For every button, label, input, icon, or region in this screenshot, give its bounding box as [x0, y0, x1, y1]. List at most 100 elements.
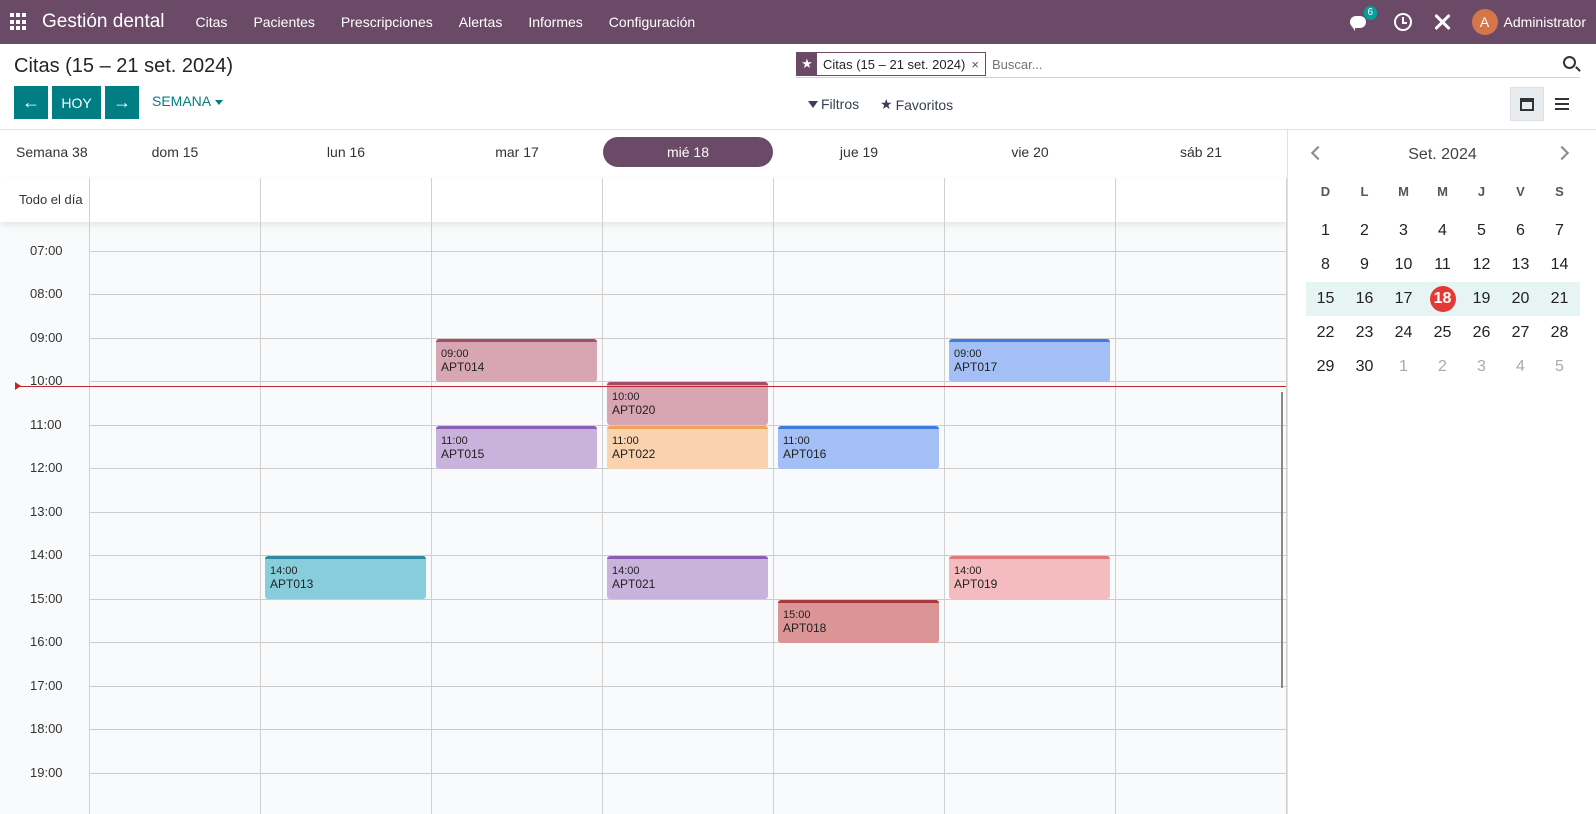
mini-day[interactable]: 24 — [1384, 316, 1423, 350]
calendar-event[interactable]: 14:00 APT013 — [265, 556, 426, 599]
calendar-event[interactable]: 14:00 APT021 — [607, 556, 768, 599]
mini-day[interactable]: 9 — [1345, 248, 1384, 282]
menu-item-5[interactable]: Configuración — [596, 14, 708, 30]
user-avatar[interactable]: A — [1471, 9, 1498, 35]
mini-weekday: M — [1437, 184, 1448, 199]
mini-day[interactable]: 23 — [1345, 316, 1384, 350]
filters-button[interactable]: Filtros — [808, 96, 859, 112]
favorites-star-icon: ★ — [880, 96, 893, 112]
mini-weekday: M — [1398, 184, 1409, 199]
time-grid[interactable]: 06:0007:0008:0009:0010:0011:0012:0013:00… — [0, 199, 1287, 814]
facet-remove-button[interactable]: × — [971, 53, 985, 75]
mini-day[interactable]: 21 — [1540, 282, 1579, 316]
app-brand[interactable]: Gestión dental — [42, 11, 165, 33]
menu-item-3[interactable]: Alertas — [446, 14, 516, 30]
mini-day[interactable]: 26 — [1462, 316, 1501, 350]
search-facet: ★ Citas (15 – 21 set. 2024) × — [796, 52, 986, 76]
hour-label: 12:00 — [30, 460, 63, 475]
mini-day[interactable]: 10 — [1384, 248, 1423, 282]
calendar-event[interactable]: 09:00 APT014 — [436, 338, 597, 382]
menu-item-1[interactable]: Pacientes — [240, 14, 327, 30]
today-button[interactable]: HOY — [52, 86, 101, 119]
mini-month-label: Set. 2024 — [1408, 146, 1477, 163]
mini-day[interactable]: 5 — [1540, 350, 1579, 384]
menu-item-4[interactable]: Informes — [515, 14, 595, 30]
day-header-4[interactable]: jue 19 — [774, 137, 944, 167]
chat-icon[interactable]: 6 — [1348, 6, 1378, 32]
calendar-event[interactable]: 11:00 APT015 — [436, 425, 597, 469]
day-header-0[interactable]: dom 15 — [90, 137, 260, 167]
all-day-row[interactable]: Todo el día — [0, 178, 1287, 222]
scrollbar-thumb[interactable] — [1281, 392, 1283, 688]
chat-badge: 6 — [1363, 6, 1378, 20]
day-header-5[interactable]: vie 20 — [945, 137, 1115, 167]
mini-weekday: D — [1320, 184, 1331, 199]
mini-day[interactable]: 18 — [1423, 282, 1462, 316]
search-icon[interactable] — [1563, 56, 1576, 69]
day-column-divider — [1115, 178, 1116, 814]
all-day-label: Todo el día — [19, 192, 83, 207]
mini-day[interactable]: 4 — [1501, 350, 1540, 384]
calendar-event[interactable]: 15:00 APT018 — [778, 599, 939, 643]
list-icon — [1555, 98, 1569, 110]
mini-day[interactable]: 13 — [1501, 248, 1540, 282]
mini-day[interactable]: 15 — [1306, 282, 1345, 316]
activity-clock-icon[interactable] — [1393, 13, 1412, 31]
mini-day[interactable]: 12 — [1462, 248, 1501, 282]
scale-dropdown[interactable]: SEMANA — [152, 93, 224, 109]
previous-button[interactable]: ← — [14, 86, 48, 119]
mini-day[interactable]: 1 — [1306, 214, 1345, 248]
menu-item-2[interactable]: Prescripciones — [328, 14, 446, 30]
day-column-divider — [773, 178, 774, 814]
mini-day[interactable]: 22 — [1306, 316, 1345, 350]
calendar-event[interactable]: 11:00 APT022 — [607, 425, 768, 469]
favorites-button[interactable]: ★ Favoritos — [880, 96, 953, 113]
day-header-1[interactable]: lun 16 — [261, 137, 431, 167]
menu-item-0[interactable]: Citas — [183, 14, 241, 30]
mini-day[interactable]: 5 — [1462, 214, 1501, 248]
day-header-2[interactable]: mar 17 — [432, 137, 602, 167]
mini-day[interactable]: 16 — [1345, 282, 1384, 316]
mini-day[interactable]: 28 — [1540, 316, 1579, 350]
day-column-divider — [89, 178, 90, 814]
mini-day[interactable]: 8 — [1306, 248, 1345, 282]
hour-label: 16:00 — [30, 634, 63, 649]
mini-day[interactable]: 3 — [1384, 214, 1423, 248]
calendar-event[interactable]: 11:00 APT016 — [778, 425, 939, 469]
event-time: 11:00 — [783, 434, 810, 447]
mini-day[interactable]: 14 — [1540, 248, 1579, 282]
calendar-view-button[interactable] — [1510, 87, 1544, 121]
event-time: 09:00 — [441, 347, 469, 360]
calendar-event[interactable]: 09:00 APT017 — [949, 338, 1110, 382]
mini-day[interactable]: 20 — [1501, 282, 1540, 316]
mini-day[interactable]: 27 — [1501, 316, 1540, 350]
caret-down-icon — [215, 99, 224, 105]
next-button[interactable]: → — [105, 86, 139, 119]
mini-day[interactable]: 3 — [1462, 350, 1501, 384]
user-name[interactable]: Administrator — [1504, 14, 1586, 30]
calendar-event[interactable]: 14:00 APT019 — [949, 556, 1110, 599]
hour-label: 18:00 — [30, 721, 63, 736]
mini-day[interactable]: 30 — [1345, 350, 1384, 384]
mini-day[interactable]: 1 — [1384, 350, 1423, 384]
mini-weekday: V — [1516, 184, 1525, 199]
arrow-right-icon: → — [113, 92, 131, 112]
search-input[interactable] — [991, 56, 1512, 72]
mini-day[interactable]: 29 — [1306, 350, 1345, 384]
mini-day[interactable]: 25 — [1423, 316, 1462, 350]
mini-day[interactable]: 17 — [1384, 282, 1423, 316]
mini-day[interactable]: 6 — [1501, 214, 1540, 248]
apps-grid-icon[interactable] — [10, 13, 28, 31]
mini-day[interactable]: 2 — [1423, 350, 1462, 384]
hour-label: 07:00 — [30, 242, 63, 258]
mini-day[interactable]: 4 — [1423, 214, 1462, 248]
mini-day[interactable]: 2 — [1345, 214, 1384, 248]
mini-day[interactable]: 11 — [1423, 248, 1462, 282]
day-header-6[interactable]: sáb 21 — [1116, 137, 1286, 167]
mini-day[interactable]: 7 — [1540, 214, 1579, 248]
list-view-button[interactable] — [1545, 87, 1579, 121]
debug-tools-icon[interactable] — [1432, 12, 1452, 32]
day-header-3[interactable]: mié 18 — [603, 137, 773, 167]
mini-day[interactable]: 19 — [1462, 282, 1501, 316]
calendar-event[interactable]: 10:00 APT020 — [607, 382, 768, 425]
